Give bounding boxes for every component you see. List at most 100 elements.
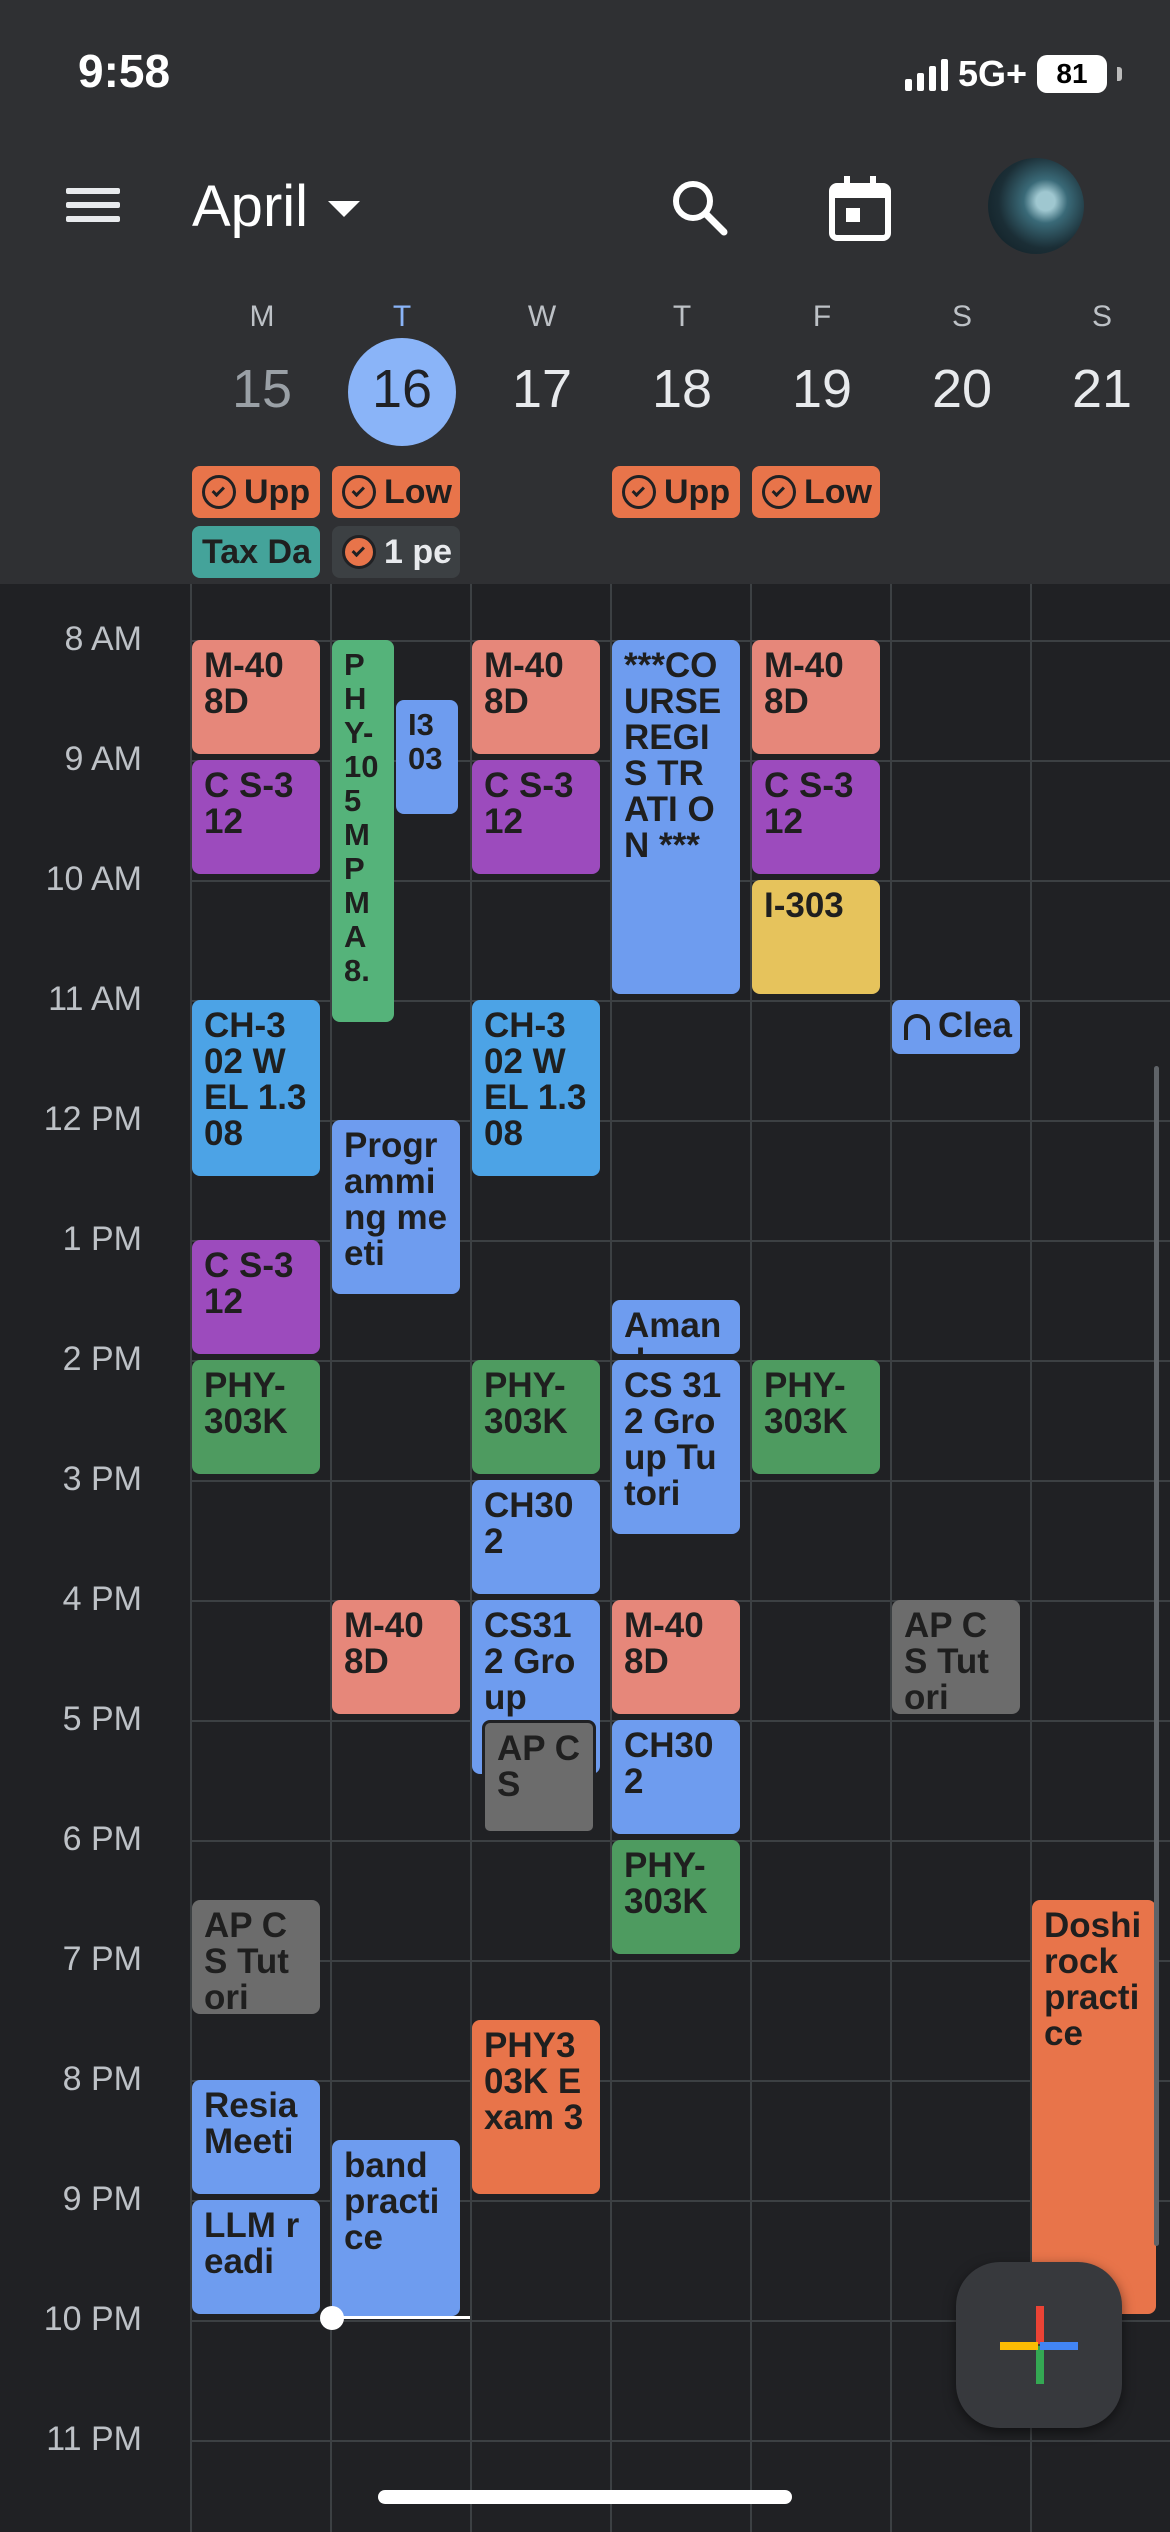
event-title: CH30 2 <box>624 1726 714 1801</box>
event-title: PHY- 303K <box>484 1366 568 1441</box>
month-picker-button[interactable]: April <box>192 168 361 244</box>
event-title: LLM readi <box>204 2206 300 2281</box>
event-block[interactable]: PHY- 303K <box>752 1360 880 1474</box>
hour-gridline <box>190 1960 1170 1962</box>
event-block[interactable]: M-40 8D <box>472 640 600 754</box>
event-block[interactable]: C S-312 <box>472 760 600 874</box>
chip-label: Low <box>384 472 452 511</box>
event-title: PHY- 303K <box>624 1846 708 1921</box>
event-title: I3 03 <box>408 707 443 776</box>
date-number[interactable]: 21 <box>1032 358 1170 420</box>
event-block[interactable]: band practi ce <box>332 2140 460 2316</box>
all-day-task-chip[interactable]: Upp <box>612 466 740 518</box>
home-indicator[interactable] <box>378 2490 792 2504</box>
status-time: 9:58 <box>78 45 171 97</box>
event-block[interactable]: AP CS Tutori <box>892 1600 1020 1714</box>
hour-gridline <box>190 2080 1170 2082</box>
date-number-today[interactable]: 16 <box>332 358 472 420</box>
event-block[interactable]: M-40 8D <box>192 640 320 754</box>
event-block[interactable]: Amand <box>612 1300 740 1354</box>
event-block[interactable]: CH30 2 <box>612 1720 740 1834</box>
event-block[interactable]: Clea <box>892 1000 1020 1054</box>
task-check-icon <box>202 475 236 509</box>
create-event-button[interactable] <box>956 2262 1122 2428</box>
chip-label: Upp <box>664 472 731 511</box>
weekday-label: M <box>249 300 275 333</box>
event-title: C S-312 <box>204 1246 294 1321</box>
event-block[interactable]: PHY3 03K Exam 3 <box>472 2020 600 2194</box>
event-title: PHY3 03K Exam 3 <box>484 2026 584 2137</box>
event-block[interactable]: AP CS <box>482 1720 596 1834</box>
hour-label: 12 PM <box>43 1100 142 1138</box>
event-block[interactable]: ***CO URSE REGIS TRATI ON *** <box>612 640 740 994</box>
event-block[interactable]: I3 03 <box>396 700 458 814</box>
all-day-event-chip[interactable]: Tax Da <box>192 526 320 578</box>
all-day-task-chip[interactable]: Upp <box>192 466 320 518</box>
event-block[interactable]: CH-3 02 WEL 1.308 <box>472 1000 600 1176</box>
event-block[interactable]: P H Y- 10 5 M P M A 8. <box>332 640 394 1022</box>
hour-label: 3 PM <box>62 1460 142 1498</box>
event-title: C S-312 <box>484 766 574 841</box>
event-block[interactable]: C S-312 <box>752 760 880 874</box>
search-icon[interactable] <box>664 172 736 244</box>
event-title: CH-3 02 WEL 1.308 <box>484 1006 587 1153</box>
scrollbar[interactable] <box>1154 1066 1159 2246</box>
account-avatar[interactable] <box>988 158 1084 254</box>
task-check-icon <box>342 535 376 569</box>
hour-label: 6 PM <box>62 1820 142 1858</box>
event-block[interactable]: PHY- 303K <box>612 1840 740 1954</box>
hour-label: 9 AM <box>64 740 142 778</box>
all-day-task-chip[interactable]: Low <box>752 466 880 518</box>
dropdown-caret-icon <box>328 201 361 217</box>
task-check-icon <box>622 475 656 509</box>
event-block[interactable]: M-40 8D <box>332 1600 460 1714</box>
event-block[interactable]: C S-312 <box>192 1240 320 1354</box>
event-title: PHY- 303K <box>204 1366 288 1441</box>
event-block[interactable]: M-40 8D <box>612 1600 740 1714</box>
menu-icon[interactable] <box>58 180 130 230</box>
event-title: Amand <box>624 1306 722 1355</box>
battery-level: 81 <box>1056 58 1088 89</box>
event-block[interactable]: CH30 2 <box>472 1480 600 1594</box>
event-block[interactable]: CS 312 Group Tutori <box>612 1360 740 1534</box>
weekday-label-today: T <box>392 300 412 333</box>
calendar-app: { "status_bar": { "time": "9:58", "netwo… <box>0 0 1170 2532</box>
headphones-icon <box>904 1014 930 1040</box>
event-block[interactable]: C S-312 <box>192 760 320 874</box>
event-block[interactable]: Resia Meeti <box>192 2080 320 2194</box>
weekday-label: S <box>1091 300 1112 333</box>
hour-label: 9 PM <box>62 2180 142 2218</box>
event-block[interactable]: AP CS Tutori <box>192 1900 320 2014</box>
hour-gridline <box>190 2440 1170 2442</box>
signal-icon <box>904 57 948 91</box>
event-block[interactable]: M-40 8D <box>752 640 880 754</box>
calendar-today-icon[interactable] <box>822 170 898 246</box>
event-block[interactable]: Progr ammi ng meeti <box>332 1120 460 1294</box>
task-check-icon <box>342 475 376 509</box>
event-block[interactable]: Doshi rock practi ce <box>1032 1900 1156 2314</box>
day-column-divider <box>750 584 752 2532</box>
event-title: M-40 8D <box>624 1606 704 1681</box>
event-block[interactable]: LLM readi <box>192 2200 320 2314</box>
date-number[interactable]: 20 <box>892 358 1032 420</box>
date-number[interactable]: 15 <box>192 358 332 420</box>
event-block[interactable]: I-303 <box>752 880 880 994</box>
chip-label: Low <box>804 472 872 511</box>
event-title: M-40 8D <box>204 646 284 721</box>
hour-label: 5 PM <box>62 1700 142 1738</box>
event-block[interactable]: CH-3 02 WEL 1.308 <box>192 1000 320 1176</box>
event-block[interactable]: PHY- 303K <box>472 1360 600 1474</box>
network-label: 5G+ <box>957 53 1027 94</box>
event-block[interactable]: PHY- 303K <box>192 1360 320 1474</box>
date-number[interactable]: 17 <box>472 358 612 420</box>
all-day-task-chip[interactable]: Low <box>332 466 460 518</box>
task-check-icon <box>762 475 796 509</box>
battery-cap <box>1117 67 1122 81</box>
all-day-tasks-more-chip[interactable]: 1 pe <box>332 526 460 578</box>
date-number[interactable]: 19 <box>752 358 892 420</box>
event-title: I-303 <box>764 886 844 925</box>
event-title: AP CS Tutori <box>904 1606 989 1715</box>
date-number[interactable]: 18 <box>612 358 752 420</box>
hour-label: 1 PM <box>62 1220 142 1258</box>
hour-label: 11 PM <box>46 2420 142 2458</box>
